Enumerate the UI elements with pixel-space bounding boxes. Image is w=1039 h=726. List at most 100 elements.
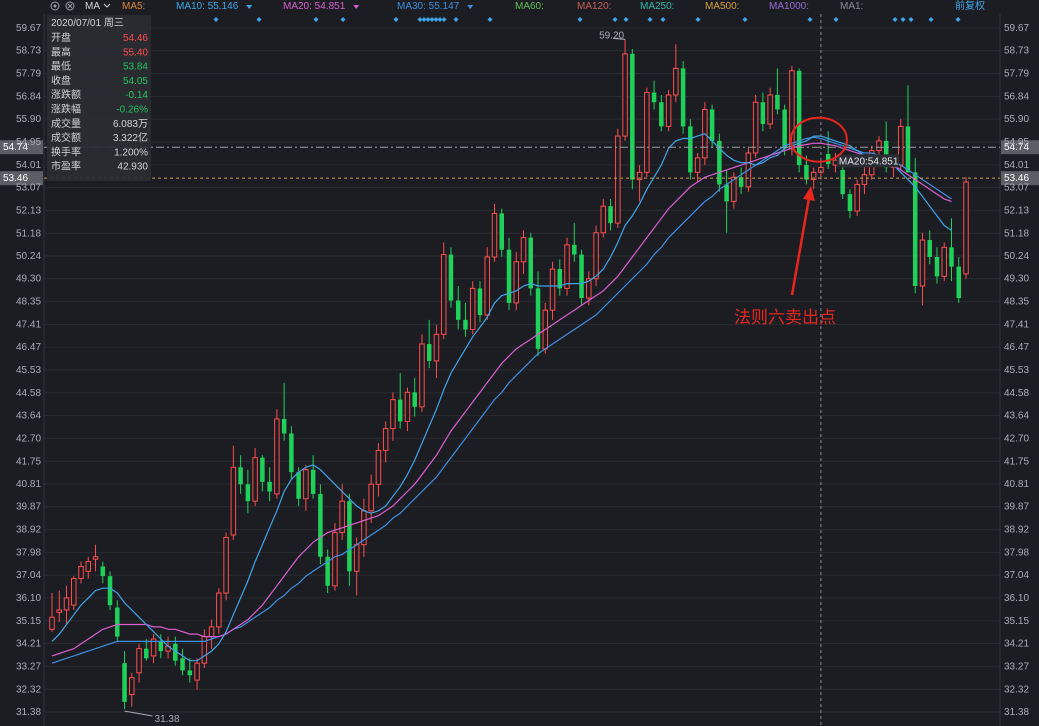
candle[interactable]: [201, 629, 208, 668]
indicator-label[interactable]: MA: [85, 1, 100, 12]
candle[interactable]: [644, 87, 650, 178]
candle[interactable]: [267, 467, 272, 502]
candle[interactable]: [71, 576, 77, 610]
candle[interactable]: [469, 281, 476, 335]
candle[interactable]: [382, 421, 389, 463]
candle[interactable]: [630, 49, 635, 190]
event-marker-icon[interactable]: [577, 17, 583, 22]
candle[interactable]: [847, 189, 853, 219]
candle[interactable]: [608, 198, 613, 231]
ma-legend-item[interactable]: MA30: 55.147: [397, 1, 460, 12]
candle[interactable]: [78, 561, 84, 584]
adjust-mode-button[interactable]: 前复权: [955, 0, 985, 12]
candle[interactable]: [56, 590, 63, 623]
event-marker-icon[interactable]: [955, 17, 961, 22]
event-marker-icon[interactable]: [623, 17, 629, 22]
candle[interactable]: [368, 474, 374, 523]
candle[interactable]: [499, 208, 504, 257]
kline-chart[interactable]: MA MA5: MA10: 55.146 MA20: 54.851 MA30: 55.…: [0, 0, 1039, 726]
candle[interactable]: [520, 230, 527, 274]
candle[interactable]: [216, 588, 222, 635]
candle[interactable]: [252, 447, 258, 507]
candle[interactable]: [49, 593, 55, 632]
candle[interactable]: [688, 119, 693, 180]
event-marker-icon[interactable]: [647, 17, 653, 22]
candle[interactable]: [426, 319, 432, 369]
ma-legend-item[interactable]: MA500:: [705, 1, 739, 12]
candle[interactable]: [390, 392, 396, 441]
candle[interactable]: [934, 247, 940, 284]
ma-legend-item[interactable]: MA1:: [840, 1, 863, 12]
candle[interactable]: [738, 167, 744, 195]
candle[interactable]: [129, 672, 135, 707]
event-marker-icon[interactable]: [833, 17, 839, 22]
event-marker-icon[interactable]: [256, 17, 262, 22]
candle[interactable]: [775, 68, 780, 115]
candle[interactable]: [919, 232, 926, 306]
event-marker-icon[interactable]: [807, 17, 813, 22]
candle[interactable]: [949, 218, 954, 282]
candle[interactable]: [180, 648, 185, 676]
event-marker-icon[interactable]: [900, 17, 906, 22]
candle[interactable]: [665, 90, 672, 132]
candle[interactable]: [419, 334, 425, 412]
candle[interactable]: [289, 426, 294, 480]
ma-legend-item[interactable]: MA120:: [577, 1, 611, 12]
candle[interactable]: [281, 382, 287, 441]
candle[interactable]: [412, 377, 417, 417]
candle[interactable]: [528, 232, 534, 296]
event-marker-icon[interactable]: [453, 17, 459, 22]
candle[interactable]: [136, 643, 142, 683]
candle[interactable]: [724, 169, 729, 233]
candle[interactable]: [564, 237, 570, 296]
candle[interactable]: [230, 445, 237, 540]
candle[interactable]: [600, 198, 607, 238]
candle[interactable]: [651, 80, 657, 110]
event-marker-icon[interactable]: [441, 17, 447, 22]
candle[interactable]: [854, 179, 860, 216]
event-marker-icon[interactable]: [213, 17, 219, 22]
candle[interactable]: [557, 259, 563, 296]
candle[interactable]: [579, 249, 584, 306]
candle[interactable]: [535, 271, 541, 357]
candle[interactable]: [673, 44, 679, 103]
candle[interactable]: [463, 302, 468, 337]
candle[interactable]: [927, 230, 932, 265]
candle[interactable]: [767, 87, 773, 129]
candle[interactable]: [905, 85, 911, 173]
ma-legend-item[interactable]: MA5:: [122, 1, 145, 12]
candle[interactable]: [107, 571, 113, 610]
candle[interactable]: [448, 247, 454, 308]
candle[interactable]: [115, 600, 120, 642]
ma-legend-item[interactable]: MA60:: [515, 1, 544, 12]
candle[interactable]: [100, 561, 106, 584]
ma-legend-item[interactable]: MA20: 54.851: [283, 1, 346, 12]
candle[interactable]: [318, 484, 323, 565]
candle[interactable]: [760, 92, 766, 132]
candle[interactable]: [325, 549, 330, 594]
candle[interactable]: [513, 252, 520, 311]
event-marker-icon[interactable]: [928, 17, 934, 22]
candle[interactable]: [506, 237, 512, 311]
candle[interactable]: [303, 464, 309, 511]
event-marker-icon[interactable]: [695, 17, 701, 22]
candle[interactable]: [63, 585, 70, 625]
candle[interactable]: [144, 638, 149, 661]
ma-legend-item[interactable]: MA250:: [640, 1, 674, 12]
candle[interactable]: [397, 373, 403, 429]
candle[interactable]: [956, 256, 961, 303]
candle[interactable]: [455, 285, 461, 330]
candle[interactable]: [941, 242, 947, 282]
event-marker-icon[interactable]: [908, 17, 914, 22]
ma-legend-item[interactable]: MA1000:: [769, 1, 809, 12]
candle[interactable]: [375, 443, 382, 497]
candle[interactable]: [491, 203, 498, 262]
event-marker-icon[interactable]: [393, 17, 399, 22]
candle[interactable]: [150, 634, 157, 664]
event-marker-icon[interactable]: [340, 17, 346, 22]
candle[interactable]: [347, 493, 352, 586]
candle[interactable]: [840, 162, 845, 199]
event-marker-icon[interactable]: [660, 17, 666, 22]
candle[interactable]: [122, 651, 127, 710]
candle[interactable]: [861, 165, 868, 195]
